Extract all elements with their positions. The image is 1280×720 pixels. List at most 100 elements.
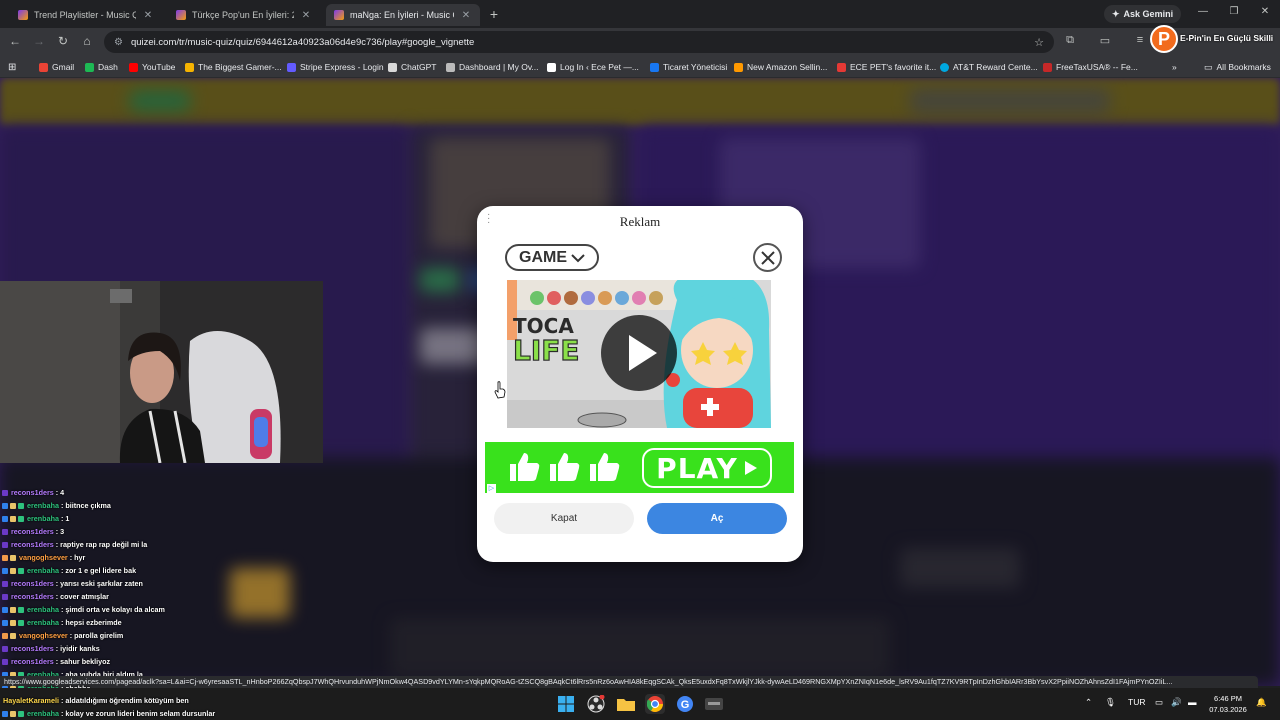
chat-message: vangoghsever: parolla girelim (2, 629, 322, 642)
thumbs-up-group (507, 450, 621, 484)
bookmark-dashboard[interactable]: Dashboard | My Ov... (446, 60, 539, 74)
obs-app-icon[interactable] (586, 694, 606, 714)
chat-badge-icon (2, 606, 8, 613)
bookmark-star-icon[interactable]: ☆ (1034, 36, 1044, 49)
chat-badge-icon (2, 658, 8, 665)
bookmark-ece-pet-login[interactable]: Log In ‹ Ece Pet —... (547, 60, 639, 74)
bookmark-ticaret[interactable]: Ticaret Yöneticisi (650, 60, 727, 74)
chat-text: : hepsi ezberimde (60, 618, 122, 627)
tray-overflow-icon[interactable]: ⌃ (1085, 697, 1092, 708)
google-app-icon[interactable]: G (675, 694, 695, 714)
chat-badge-icon (10, 515, 16, 522)
microphone-icon[interactable]: 🎙 (1105, 697, 1116, 708)
notification-bell-icon[interactable]: 🔔 (1256, 697, 1267, 708)
close-ad-button[interactable]: Kapat (494, 503, 634, 534)
url-text[interactable]: quizei.com/tr/music-quiz/quiz/6944612a40… (131, 37, 1026, 48)
battery-icon[interactable]: ▬ (1188, 697, 1197, 707)
tab-trend-playlists[interactable]: Trend Playlistler - Music Quiz - ✕ (10, 4, 162, 26)
bookmark-amazon[interactable]: New Amazon Sellin... (734, 60, 827, 74)
start-windows-icon[interactable] (556, 694, 576, 714)
network-icon[interactable]: ▭ (1155, 697, 1163, 708)
file-explorer-icon[interactable] (616, 694, 636, 714)
chat-badge-icon (10, 710, 16, 717)
apps-grid-icon[interactable]: ⊞ (8, 60, 16, 74)
play-now-button[interactable]: PLAY (642, 448, 772, 488)
bookmark-ece-pet-favorite[interactable]: ECE PET's favorite it... (837, 60, 936, 74)
chat-username: recons1ders (11, 579, 54, 588)
tab-manga-active[interactable]: maNga: En İyileri - Music Quiz - ✕ (326, 4, 480, 26)
toca-logo-bottom: LIFE (512, 334, 580, 367)
stripe-icon (287, 62, 296, 72)
video-play-icon[interactable] (599, 313, 679, 393)
stream-chat: recons1ders: 4 erenbaha: biitnce çıkma e… (2, 486, 322, 681)
all-bookmarks-button[interactable]: ▭ All Bookmarks (1204, 60, 1271, 74)
ask-gemini-label: Ask Gemini (1123, 9, 1174, 19)
dashboard-icon (446, 62, 455, 72)
chat-message: recons1ders: cover atmışlar (2, 590, 322, 603)
game-category-button[interactable]: GAME (505, 244, 599, 271)
chrome-app-icon[interactable] (645, 694, 665, 714)
ad-video-thumbnail[interactable]: TOCA LIFE (507, 280, 771, 428)
reading-list-icon[interactable]: ≡ (1132, 34, 1148, 46)
chat-badge-icon (18, 515, 24, 522)
bookmark-chatgpt[interactable]: ChatGPT (388, 60, 436, 74)
minimize-icon[interactable]: — (1188, 6, 1218, 17)
chat-badge-icon (2, 567, 8, 574)
chat-badge-icon (18, 567, 24, 574)
close-tab-icon[interactable]: ✕ (300, 10, 312, 21)
cast-icon[interactable]: ▭ (1097, 34, 1113, 47)
play-ad-banner[interactable]: PLAY ▷ (485, 442, 794, 493)
chat-message: recons1ders: raptiye rap rap değil mi la (2, 538, 322, 551)
open-ad-button[interactable]: Aç (647, 503, 787, 534)
volume-icon[interactable]: 🔊 (1171, 697, 1182, 708)
ask-gemini-button[interactable]: ✦ Ask Gemini (1104, 5, 1182, 23)
chat-badge-icon (2, 632, 8, 639)
gmail-icon (39, 62, 48, 72)
chat-badge-icon (10, 567, 16, 574)
address-bar[interactable]: ⚙ quizei.com/tr/music-quiz/quiz/6944612a… (104, 31, 1054, 53)
maximize-icon[interactable]: ❐ (1219, 6, 1249, 17)
chat-message: erenbaha: 1 (2, 512, 322, 525)
quizei-favicon-icon (334, 10, 344, 20)
game-label: GAME (519, 248, 567, 266)
bookmark-att[interactable]: AT&T Reward Cente... (940, 60, 1038, 74)
chat-badge-icon (2, 489, 8, 496)
reload-icon[interactable]: ↻ (54, 34, 72, 48)
chat-text: : 1 (60, 514, 70, 523)
quizei-favicon-icon (176, 10, 186, 20)
bookmark-dash[interactable]: Dash (85, 60, 118, 74)
home-icon[interactable]: ⌂ (78, 34, 96, 48)
profile-avatar[interactable]: P (1150, 25, 1178, 53)
bookmark-label: Log In ‹ Ece Pet —... (560, 62, 639, 72)
bookmark-label: Gmail (52, 62, 75, 72)
forward-arrow-icon[interactable]: → (30, 34, 48, 48)
language-indicator[interactable]: TUR (1128, 697, 1145, 707)
bookmarks-overflow-icon[interactable]: » (1172, 60, 1177, 74)
bookmark-biggest-gamer[interactable]: The Biggest Gamer-... (185, 60, 282, 74)
ad-close-button[interactable] (753, 243, 782, 272)
site-info-icon[interactable]: ⚙ (114, 37, 123, 48)
tab-title: Türkçe Pop'un En İyileri: 2000'le (192, 10, 294, 20)
bookmark-label: Stripe Express - Login (300, 62, 384, 72)
dash-icon (85, 62, 94, 72)
close-tab-icon[interactable]: ✕ (460, 10, 472, 21)
system-clock[interactable]: 6:46 PM 07.03.2026 (1206, 693, 1250, 715)
bookmarks-bar: ⊞ Gmail Dash YouTube The Biggest Gamer-.… (0, 56, 1280, 78)
window-close-icon[interactable]: ✕ (1250, 6, 1280, 17)
chat-message: erenbaha: biitnce çıkma (2, 499, 322, 512)
back-arrow-icon[interactable]: ← (6, 34, 24, 48)
new-tab-button[interactable]: + (486, 6, 502, 22)
bookmark-stripe[interactable]: Stripe Express - Login (287, 60, 384, 74)
extensions-icon[interactable]: ⧉ (1062, 34, 1078, 47)
close-tab-icon[interactable]: ✕ (142, 10, 154, 21)
ad-vignette-dialog: · · · Reklam GAME TOCA LIFE PLAY ▷ Kapat… (477, 206, 803, 562)
folder-icon: ▭ (1204, 61, 1213, 72)
wordpress-icon (547, 62, 556, 72)
adchoices-icon[interactable]: ▷ (487, 484, 496, 493)
bookmark-youtube[interactable]: YouTube (129, 60, 175, 74)
ad-header: Reklam (619, 214, 661, 229)
terminal-app-icon[interactable] (704, 694, 724, 714)
bookmark-freetaxusa[interactable]: FreeTaxUSA® -- Fe... (1043, 60, 1138, 74)
bookmark-gmail[interactable]: Gmail (39, 60, 74, 74)
tab-turkce-pop[interactable]: Türkçe Pop'un En İyileri: 2000'le ✕ (168, 4, 320, 26)
